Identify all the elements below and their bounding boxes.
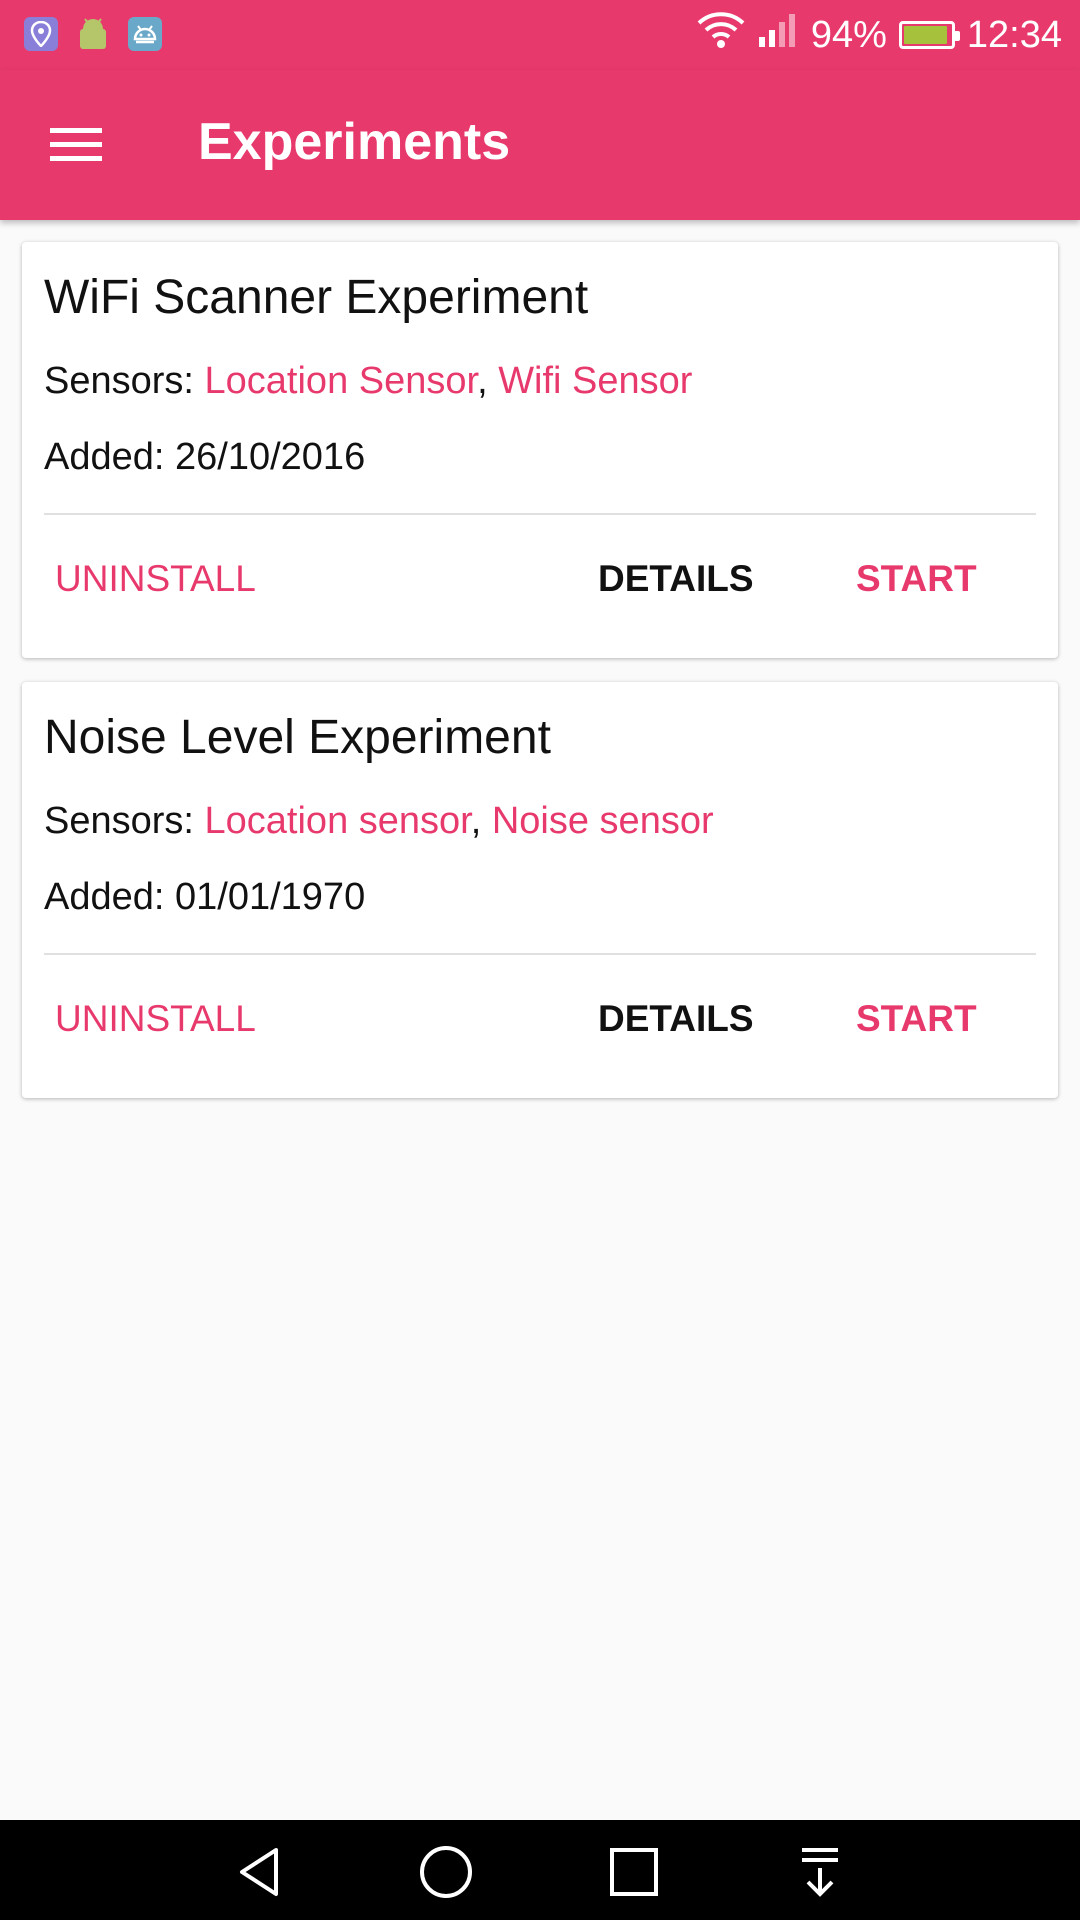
- recents-button[interactable]: [604, 1842, 664, 1902]
- sensor-separator: ,: [477, 360, 488, 402]
- wifi-icon: [697, 11, 745, 59]
- sensor-separator: ,: [470, 800, 482, 842]
- card-divider: [44, 953, 1036, 955]
- home-button[interactable]: [416, 1842, 476, 1902]
- recents-icon: [610, 1848, 658, 1896]
- start-button[interactable]: START: [856, 558, 977, 600]
- added-date: 26/10/2016: [175, 436, 366, 478]
- sensors-row: Sensors: Location Sensor, Wifi Sensor: [44, 360, 692, 403]
- battery-icon: [898, 21, 960, 49]
- notification-icons: [24, 17, 162, 51]
- sensors-label: Sensors:: [44, 360, 194, 402]
- sensors-row: Sensors: Location sensor, Noise sensor: [44, 800, 714, 843]
- back-button[interactable]: [230, 1842, 290, 1902]
- experiment-card: WiFi Scanner Experiment Sensors: Locatio…: [22, 242, 1058, 658]
- card-actions: UNINSTALL DETAILS START: [22, 558, 1058, 618]
- sensor-link-location[interactable]: Location sensor: [205, 800, 471, 842]
- signal-icon: [757, 11, 799, 59]
- card-divider: [44, 513, 1036, 515]
- battery-percent: 94%: [810, 13, 887, 56]
- sensor-link-wifi[interactable]: Wifi Sensor: [498, 360, 692, 402]
- start-button[interactable]: START: [856, 998, 977, 1040]
- details-button[interactable]: DETAILS: [598, 998, 754, 1040]
- location-app-icon: [24, 17, 58, 51]
- sensor-link-noise[interactable]: Noise sensor: [492, 800, 714, 842]
- added-date: 01/01/1970: [175, 876, 366, 918]
- hamburger-menu-icon: [50, 128, 102, 161]
- android-icon: [76, 17, 110, 51]
- android-robot-icon: [128, 17, 162, 51]
- page-title: Experiments: [198, 113, 511, 171]
- home-icon: [420, 1846, 472, 1898]
- experiment-card: Noise Level Experiment Sensors: Location…: [22, 682, 1058, 1098]
- notification-pull-icon: [802, 1848, 838, 1897]
- battery-level: [903, 26, 948, 44]
- app-bar: Experiments: [0, 70, 1080, 220]
- added-label: Added:: [44, 436, 165, 478]
- status-bar: 94% 12:34: [0, 0, 1080, 70]
- experiment-list: WiFi Scanner Experiment Sensors: Locatio…: [22, 242, 1058, 1122]
- added-row: Added: 01/01/1970: [44, 876, 365, 919]
- clock: 12:34: [966, 13, 1062, 56]
- details-button[interactable]: DETAILS: [598, 558, 754, 600]
- status-right: 94% 12:34: [697, 0, 1062, 70]
- back-icon: [240, 1848, 278, 1896]
- added-row: Added: 26/10/2016: [44, 436, 365, 479]
- menu-button[interactable]: [44, 120, 108, 170]
- uninstall-button[interactable]: UNINSTALL: [55, 998, 256, 1040]
- experiment-title: Noise Level Experiment: [44, 711, 551, 764]
- experiment-title: WiFi Scanner Experiment: [44, 271, 589, 324]
- uninstall-button[interactable]: UNINSTALL: [55, 558, 256, 600]
- sensors-label: Sensors:: [44, 800, 194, 842]
- card-actions: UNINSTALL DETAILS START: [22, 998, 1058, 1058]
- notification-pull-button[interactable]: [790, 1842, 850, 1902]
- sensor-link-location[interactable]: Location Sensor: [205, 360, 478, 402]
- added-label: Added:: [44, 876, 165, 918]
- navigation-bar: [0, 1820, 1080, 1920]
